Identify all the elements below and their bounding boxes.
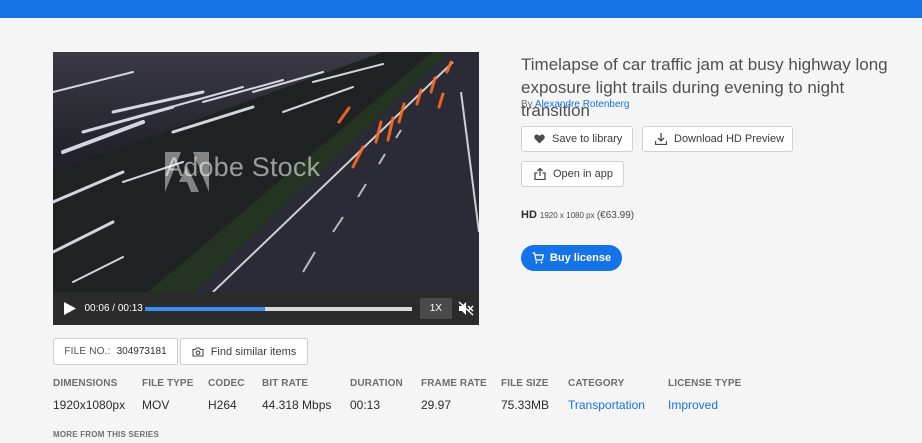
spec-value: 75.33MB	[501, 398, 550, 412]
play-button[interactable]	[57, 292, 82, 325]
more-from-series-heading: MORE FROM THIS SERIES	[53, 430, 159, 439]
spec-key: CODEC	[208, 378, 245, 389]
spec-value: MOV	[142, 398, 170, 412]
cart-icon	[532, 252, 544, 264]
spec-file-size: FILE SIZE 75.33MB	[501, 378, 549, 412]
spec-value: 1920x1080px	[53, 398, 126, 412]
spec-key: LICENSE TYPE	[668, 378, 742, 389]
quality-label: HD	[521, 209, 537, 221]
buy-license-button[interactable]: Buy license	[521, 245, 622, 271]
category-link[interactable]: Transportation	[568, 398, 645, 412]
spec-key: FRAME RATE	[421, 378, 487, 389]
similar-label: Find similar items	[210, 345, 297, 358]
resolution: 1920 x 1080 px	[539, 211, 595, 220]
mute-icon	[458, 301, 474, 316]
file-number-box: FILE NO.: 304973181	[53, 338, 178, 365]
progress-fill	[145, 306, 266, 311]
spec-license-type: LICENSE TYPE Improved	[668, 378, 741, 412]
share-icon	[534, 168, 546, 180]
spec-bit-rate: BIT RATE 44.318 Mbps	[262, 378, 331, 412]
spec-duration: DURATION 00:13	[350, 378, 403, 412]
spec-key: CATEGORY	[568, 378, 625, 389]
open-label: Open in app	[553, 168, 613, 180]
license-type-link[interactable]: Improved	[668, 398, 741, 412]
top-bar	[0, 0, 922, 18]
video-frame[interactable]: Adobe Stock	[53, 52, 479, 292]
spec-key: DIMENSIONS	[53, 378, 118, 389]
spec-value: 44.318 Mbps	[262, 398, 332, 412]
video-controls: 00:06 / 00:13 1X	[53, 292, 479, 325]
spec-dimensions: DIMENSIONS 1920x1080px	[53, 378, 125, 412]
spec-value: H264	[208, 398, 237, 412]
file-number-label: FILE NO.:	[64, 346, 111, 357]
spec-frame-rate: FRAME RATE 29.97	[421, 378, 487, 412]
download-hd-preview-button[interactable]: Download HD Preview	[642, 126, 793, 152]
author-link[interactable]: Alexandre Rotenberg	[535, 99, 630, 110]
adobe-stock-watermark: Adobe Stock	[165, 152, 320, 192]
progress-bar[interactable]	[145, 306, 413, 311]
download-icon	[655, 133, 667, 145]
buy-label: Buy license	[549, 252, 612, 264]
mute-button[interactable]	[454, 292, 479, 325]
file-number-value: 304973181	[116, 346, 167, 357]
save-label: Save to library	[552, 133, 623, 145]
asset-title: Timelapse of car traffic jam at busy hig…	[521, 55, 888, 120]
byline: By Alexandre Rotenberg	[521, 99, 629, 110]
spec-value: 29.97	[421, 398, 452, 412]
spec-category: CATEGORY Transportation	[568, 378, 645, 412]
license-size-info: HD 1920 x 1080 px (€63.99)	[521, 209, 634, 221]
spec-file-type: FILE TYPE MOV	[142, 378, 193, 412]
spec-key: DURATION	[350, 378, 403, 389]
time-display: 00:06 / 00:13	[84, 303, 143, 314]
download-label: Download HD Preview	[674, 133, 785, 145]
video-player[interactable]: Adobe Stock 00:06 / 00:13 1X	[53, 52, 479, 325]
playback-speed-button[interactable]: 1X	[420, 298, 452, 319]
spec-key: FILE SIZE	[501, 378, 549, 389]
open-in-app-button[interactable]: Open in app	[521, 161, 624, 187]
spec-key: FILE TYPE	[142, 378, 194, 389]
adobe-logo-icon	[165, 152, 209, 192]
save-to-library-button[interactable]: Save to library	[521, 126, 633, 152]
camera-icon	[192, 346, 204, 357]
spec-value: 00:13	[350, 398, 381, 412]
price: (€63.99)	[596, 210, 635, 221]
by-label: By	[521, 99, 533, 110]
find-similar-button[interactable]: Find similar items	[180, 338, 308, 365]
spec-codec: CODEC H264	[208, 378, 245, 412]
spec-key: BIT RATE	[262, 378, 309, 389]
play-icon	[63, 302, 76, 315]
heart-icon	[534, 134, 545, 144]
